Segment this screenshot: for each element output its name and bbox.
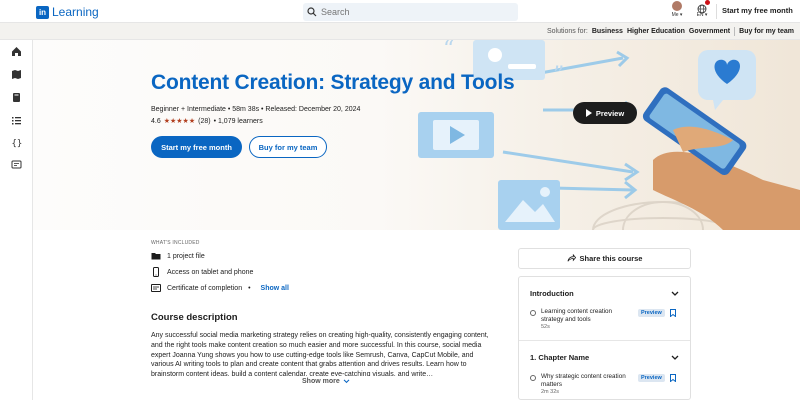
buy-for-team-button[interactable]: Buy for my team xyxy=(249,136,327,158)
course-hero: “ ” Content Creation: Strategy and Tools… xyxy=(33,40,800,230)
toc-item-duration: 52s xyxy=(541,324,550,330)
included-item-text: 1 project file xyxy=(167,252,205,260)
learner-count: • 1,079 learners xyxy=(213,117,263,125)
preview-button[interactable]: Preview xyxy=(573,102,637,124)
code-icon[interactable]: {} xyxy=(11,137,23,148)
show-all-link[interactable]: Show all xyxy=(261,285,289,292)
show-more-label: Show more xyxy=(302,378,340,385)
globe-icon xyxy=(697,0,710,14)
folder-icon xyxy=(151,251,161,261)
share-course-button[interactable]: Share this course xyxy=(518,248,691,269)
start-free-month-button[interactable]: Start my free month xyxy=(151,136,242,158)
whats-included-label: WHAT'S INCLUDED xyxy=(151,240,200,246)
solutions-divider xyxy=(734,26,736,36)
preview-badge: Preview xyxy=(638,374,665,382)
show-more-button[interactable]: Show more xyxy=(302,378,350,385)
share-label: Share this course xyxy=(579,254,643,263)
included-item-text: Access on tablet and phone xyxy=(167,268,254,276)
bookmark-icon[interactable] xyxy=(670,309,676,317)
bookmark-icon[interactable] xyxy=(670,374,676,382)
avatar xyxy=(672,1,682,11)
left-nav: {} xyxy=(0,40,33,400)
bullet-separator: • xyxy=(248,284,251,292)
hero-illustration: “ ” xyxy=(418,40,800,230)
course-title: Content Creation: Strategy and Tools xyxy=(151,71,515,94)
progress-circle-icon xyxy=(530,310,536,316)
home-icon[interactable] xyxy=(11,46,22,57)
toc-item-duration: 2m 32s xyxy=(541,389,560,395)
top-header: in Learning Me ▾ EN ▾ Start my free mont… xyxy=(0,0,800,23)
course-description-heading: Course description xyxy=(151,312,238,323)
chevron-down-icon[interactable] xyxy=(671,355,679,361)
me-menu[interactable]: Me ▾ xyxy=(668,1,686,18)
language-menu[interactable]: EN ▾ xyxy=(693,0,711,18)
toc-item-title: Why strategic content creation matters xyxy=(541,373,626,388)
course-meta: Beginner + Intermediate • 58m 38s • Rele… xyxy=(151,106,361,113)
map-icon[interactable] xyxy=(11,69,22,80)
svg-text:{}: {} xyxy=(12,139,23,148)
start-free-month-link[interactable]: Start my free month xyxy=(722,6,793,15)
included-item: Certificate of completion • Show all xyxy=(151,283,289,293)
book-icon[interactable] xyxy=(11,92,22,103)
included-item: 1 project file xyxy=(151,251,205,261)
solutions-business-link[interactable]: Business xyxy=(592,28,623,35)
mobile-icon xyxy=(151,267,161,277)
certificate-icon xyxy=(151,283,161,293)
section-title-introduction[interactable]: Introduction xyxy=(530,289,574,298)
search-icon xyxy=(307,7,317,17)
svg-text:“: “ xyxy=(443,40,454,62)
search-input[interactable] xyxy=(321,7,501,17)
chevron-down-icon[interactable] xyxy=(671,291,679,297)
preview-badge: Preview xyxy=(638,309,665,317)
section-title-chapter-1[interactable]: 1. Chapter Name xyxy=(530,353,589,362)
rating-count[interactable]: (28) xyxy=(198,118,210,125)
included-item-text: Certificate of completion xyxy=(167,284,243,292)
buy-for-team-link[interactable]: Buy for my team xyxy=(739,28,794,35)
logo-text: Learning xyxy=(52,5,99,19)
solutions-label: Solutions for: xyxy=(546,27,588,35)
share-icon xyxy=(567,254,576,262)
linkedin-learning-logo[interactable]: in Learning xyxy=(36,5,99,19)
svg-text:”: ” xyxy=(553,63,564,88)
preview-label: Preview xyxy=(595,108,625,118)
solutions-government-link[interactable]: Government xyxy=(689,28,730,35)
certificate-icon[interactable] xyxy=(11,159,22,170)
solutions-higher-education-link[interactable]: Higher Education xyxy=(627,28,685,35)
course-contents: Introduction Learning content creation s… xyxy=(518,276,691,400)
rating-value: 4.6 xyxy=(151,117,161,125)
included-item: Access on tablet and phone xyxy=(151,267,253,277)
linkedin-logo-icon: in xyxy=(36,5,49,19)
list-icon[interactable] xyxy=(11,115,22,126)
me-label: Me ▾ xyxy=(671,12,683,18)
search-bar[interactable] xyxy=(303,3,518,21)
course-rating-row: 4.6 ★★★★★ (28) • 1,079 learners xyxy=(151,117,263,126)
notification-dot xyxy=(705,0,710,5)
progress-circle-icon xyxy=(530,375,536,381)
star-rating-icon: ★★★★★ xyxy=(163,118,196,125)
solutions-bar: Solutions for: Business Higher Education… xyxy=(0,23,800,40)
section-divider xyxy=(519,340,690,341)
play-icon xyxy=(585,109,592,117)
header-divider xyxy=(716,4,717,19)
course-description-text: Any successful social media marketing st… xyxy=(151,332,489,376)
toc-item-title: Learning content creation strategy and t… xyxy=(541,308,613,323)
chevron-down-icon xyxy=(343,379,350,384)
